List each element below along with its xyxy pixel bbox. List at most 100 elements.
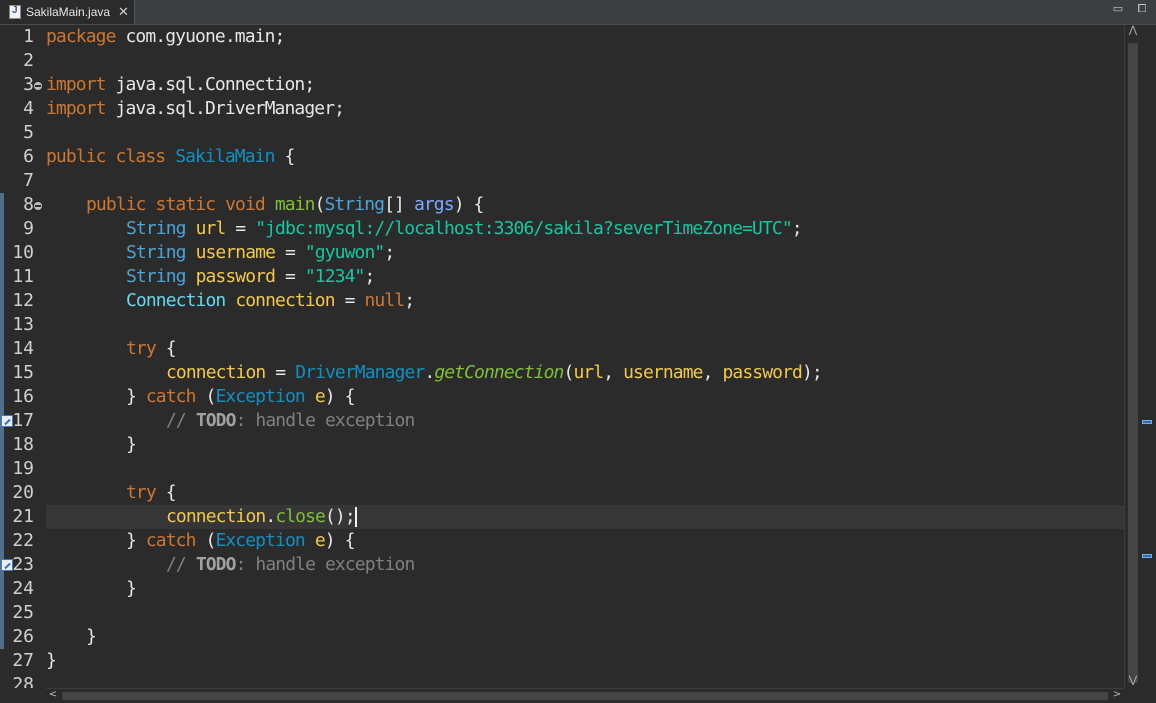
line-number: 24 — [12, 578, 34, 599]
code-line-10: String username = "gyuwon"; — [126, 241, 395, 265]
code-line-11: String password = "1234"; — [126, 265, 376, 289]
paren: ) { — [324, 386, 356, 407]
code-line-22: } catch (Exception e) { — [126, 529, 355, 553]
variable: url — [195, 218, 227, 239]
argument: url — [573, 362, 604, 383]
line-number: 9 — [23, 218, 34, 239]
comment: : handle exception — [235, 554, 416, 575]
variable: password — [195, 266, 276, 287]
code-line-18: } — [126, 434, 137, 455]
line-number: 1 — [23, 26, 34, 47]
line-number: 14 — [12, 338, 34, 359]
line-number-gutter: 1 2 3 4 5 6 7 8 9 10 11 12 13 14 15 16 1… — [0, 25, 44, 688]
variable: username — [195, 242, 276, 263]
paren: ( — [195, 530, 216, 551]
line-number: 6 — [23, 146, 34, 167]
parens: (); — [325, 506, 356, 527]
operator: = — [334, 290, 365, 311]
line-number: 22 — [12, 530, 34, 551]
scroll-up-icon[interactable]: ⋀ — [1125, 25, 1141, 36]
comment: // — [166, 554, 196, 575]
class-name: Exception — [215, 386, 305, 407]
comment: // — [166, 410, 196, 431]
task-marker-icon[interactable] — [1, 559, 13, 571]
overview-ruler — [1140, 25, 1156, 688]
line-number: 20 — [12, 482, 34, 503]
line-number: 4 — [23, 98, 34, 119]
line-number: 26 — [12, 626, 34, 647]
dot: . — [424, 362, 435, 383]
code-line-24: } — [126, 578, 137, 599]
line-number: 27 — [12, 650, 34, 671]
task-marker-icon[interactable] — [1, 415, 13, 427]
type-name: String — [324, 194, 386, 215]
vertical-scrollbar[interactable]: ⋀ ⋁ — [1124, 25, 1141, 688]
line-number: 15 — [12, 362, 34, 383]
class-name: SakilaMain — [175, 146, 275, 167]
semicolon: ; — [791, 218, 803, 239]
package-name: com.gyuone.main; — [115, 26, 285, 47]
java-file-icon — [9, 5, 21, 19]
horizontal-scrollbar[interactable]: < > — [46, 688, 1124, 703]
minimize-icon[interactable]: ▭ — [1112, 3, 1124, 15]
scroll-right-icon[interactable]: > — [1110, 689, 1124, 700]
code-line-8: public static void main(String[] args) { — [86, 193, 484, 217]
operator: = — [275, 266, 305, 287]
code-line-26: } — [86, 626, 97, 647]
string-literal: "gyuwon" — [304, 242, 385, 263]
fold-toggle-icon[interactable] — [34, 82, 42, 90]
code-line-23: // TODO: handle exception — [166, 553, 416, 577]
string-literal: "1234" — [304, 266, 366, 287]
brace: { — [155, 482, 177, 503]
operator: = — [225, 218, 256, 239]
horizontal-scroll-thumb[interactable] — [62, 692, 1108, 700]
keyword: package — [46, 26, 116, 47]
class-name: DriverManager — [295, 362, 425, 383]
class-name: Exception — [215, 530, 305, 551]
close-icon[interactable]: ✕ — [118, 5, 129, 20]
editor-tab-bar: SakilaMain.java ✕ ▭ ⧠ — [0, 0, 1156, 25]
code-editor[interactable]: package com.gyuone.main; import java.sql… — [46, 25, 1124, 688]
argument: username — [623, 362, 703, 383]
task-overview-marker[interactable] — [1142, 554, 1152, 558]
keyword: catch — [145, 386, 197, 407]
paren: ) { — [453, 194, 485, 215]
comma: , — [702, 362, 723, 383]
variable: connection — [235, 290, 335, 311]
line-number: 25 — [12, 602, 34, 623]
line-number: 28 — [12, 674, 34, 688]
fold-toggle-icon[interactable] — [34, 202, 42, 210]
comment: : handle exception — [235, 410, 416, 431]
code-line-27: } — [46, 650, 57, 671]
tab-sakilamain-java[interactable]: SakilaMain.java ✕ — [0, 0, 135, 24]
semicolon: ; — [364, 266, 376, 287]
comma: , — [603, 362, 624, 383]
code-line-17: // TODO: handle exception — [166, 409, 416, 433]
maximize-icon[interactable]: ⧠ — [1136, 3, 1148, 15]
keyword: public static void — [86, 194, 266, 215]
paren: ) { — [324, 530, 356, 551]
vertical-scroll-thumb[interactable] — [1128, 43, 1138, 683]
paren: ( — [314, 194, 326, 215]
code-line-1: package com.gyuone.main; — [46, 25, 285, 49]
variable: e — [314, 530, 326, 551]
line-number: 2 — [23, 50, 34, 71]
code-line-4: import java.sql.DriverManager; — [46, 97, 345, 121]
static-method-name: getConnection — [434, 362, 564, 383]
code-line-12: Connection connection = null; — [126, 289, 415, 313]
scroll-down-icon[interactable]: ⋁ — [1125, 675, 1141, 686]
line-number: 13 — [12, 314, 34, 335]
variable: connection — [166, 506, 266, 527]
method-name: main — [274, 194, 316, 215]
todo-tag: TODO — [195, 554, 237, 575]
task-overview-marker[interactable] — [1142, 420, 1152, 424]
scroll-left-icon[interactable]: < — [46, 689, 60, 700]
brace: { — [274, 146, 295, 167]
code-line-20: try { — [126, 481, 177, 505]
dot: . — [265, 506, 276, 527]
code-line-6: public class SakilaMain { — [46, 145, 295, 169]
line-number: 16 — [12, 386, 34, 407]
code-line-3: import java.sql.Connection; — [46, 73, 315, 97]
